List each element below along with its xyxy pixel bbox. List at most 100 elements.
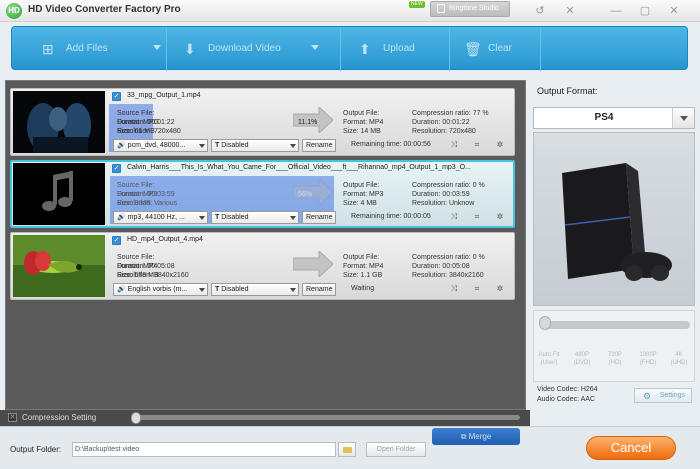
source-duration: Duration: 00:05:08 (117, 263, 175, 270)
file-name: 33_mpg_Output_1.mp4 (127, 92, 201, 99)
quality-sub: (HD) (608, 360, 622, 366)
source-duration: Duration: 00:03:59 (117, 191, 175, 198)
main-toolbar: ⊞ Add Files ⬇ Download Video ⬆ Upload 🗑 … (11, 26, 688, 71)
quality-slider-track[interactable] (542, 321, 690, 329)
tools-icon[interactable]: ✕ (563, 4, 577, 18)
phone-icon (437, 4, 445, 13)
merge-icon: ⧉ (460, 432, 469, 441)
effects-icon[interactable]: ✲ (495, 212, 505, 222)
quality-sub: (UHD) (670, 360, 688, 366)
source-label: Source File: (117, 182, 155, 189)
rename-button[interactable]: Rename (302, 283, 337, 296)
file-name: HD_mp4_Output_4.mp4 (127, 236, 203, 243)
device-preview-image (533, 132, 695, 306)
speaker-icon: 🔊 (117, 142, 128, 149)
shuffle-icon[interactable]: ⤨ (449, 212, 459, 222)
output-format: Format: MP4 (343, 263, 384, 270)
output-format: Format: MP4 (343, 119, 384, 126)
settings-button[interactable]: ⚙ Settings (634, 388, 692, 403)
file-name: Calvin_Harris___This_Is_What_You_Came_Fo… (127, 164, 471, 171)
toolbar-divider (340, 27, 341, 71)
maximize-icon[interactable]: ▢ (638, 4, 652, 18)
status-text: Remaining time: 00:00:56 (351, 141, 431, 148)
shuffle-icon[interactable]: ⤨ (449, 140, 459, 150)
add-files-dropdown-icon[interactable] (153, 45, 161, 50)
rename-label: Rename (306, 142, 333, 149)
compression-slider-track[interactable] (134, 415, 520, 420)
open-folder-button[interactable]: Open Folder (366, 442, 426, 457)
ringtone-studio-button[interactable]: Ringtone Studio (430, 1, 510, 17)
minimize-icon[interactable]: — (609, 4, 623, 18)
download-video-button[interactable]: ⬇ Download Video (184, 27, 324, 71)
quality-name: Auto Fit (538, 352, 560, 358)
browse-folder-button[interactable] (338, 442, 356, 457)
compression-ratio: Compression ratio: 0 % (412, 182, 485, 189)
chevron-down-icon (290, 216, 296, 220)
status-text: Waiting (351, 285, 375, 292)
task-item[interactable]: ✓ HD_mp4_Output_4.mp4 Source File: Forma… (10, 232, 515, 300)
output-label: Output File: (343, 182, 380, 189)
compression-ratio: Compression ratio: 77 % (412, 110, 489, 117)
audio-track-value: mp3, 44100 Hz, ... (127, 214, 185, 221)
rename-button[interactable]: Rename (302, 139, 337, 152)
download-dropdown-icon[interactable] (311, 45, 319, 50)
audio-track-value: pcm_dvd, 48000... (127, 142, 186, 149)
compression-checkbox[interactable]: ✕ (8, 413, 17, 422)
item-checkbox[interactable]: ✓ (112, 92, 121, 101)
video-thumbnail (13, 91, 105, 153)
audio-track-dropdown[interactable]: 🔊 pcm_dvd, 48000... (113, 139, 208, 152)
output-folder-input[interactable]: D:\Backup\test video (72, 442, 336, 457)
subtitle-dropdown[interactable]: T Disabled (211, 139, 299, 152)
chevron-down-icon (290, 288, 296, 292)
audio-thumbnail (13, 163, 105, 225)
rename-label: Rename (306, 286, 333, 293)
chevron-down-icon (290, 144, 296, 148)
quality-option-720p[interactable]: 720P (HD) (600, 351, 630, 367)
quality-name: 480P (574, 352, 589, 358)
effects-icon[interactable]: ✲ (495, 284, 505, 294)
clear-button[interactable]: 🗑 Clear (464, 27, 544, 71)
source-resolution: Resolution: 720x480 (117, 128, 181, 135)
task-item[interactable]: ✓ Calvin_Harris___This_Is_What_You_Came_… (10, 160, 515, 228)
speaker-icon: 🔊 (117, 214, 128, 221)
quality-option-4k[interactable]: 4K (UHD) (664, 351, 694, 367)
format-dropdown-button[interactable] (672, 108, 694, 128)
output-format-select[interactable]: PS4 (533, 107, 695, 129)
status-text: Remaining time: 00:00:05 (351, 213, 431, 220)
toolbar-divider (540, 27, 541, 71)
chevron-down-icon (199, 216, 205, 220)
quality-slider-knob[interactable] (539, 316, 551, 330)
rename-label: Rename (306, 214, 333, 221)
output-label: Output File: (343, 110, 380, 117)
crop-icon[interactable]: ⌗ (472, 284, 482, 294)
gear-icon: ⚙ (643, 391, 652, 401)
quality-option-auto[interactable]: Auto Fit (User) (534, 351, 564, 367)
cancel-button[interactable]: Cancel (586, 436, 676, 460)
compression-slider-knob[interactable] (131, 412, 141, 424)
item-checkbox[interactable]: ✓ (112, 164, 121, 173)
crop-icon[interactable]: ⌗ (472, 212, 482, 222)
quality-option-1080p[interactable]: 1080P (FHD) (633, 351, 663, 367)
output-format: Format: MP3 (343, 191, 384, 198)
speaker-icon: 🔊 (117, 286, 128, 293)
crop-icon[interactable]: ⌗ (472, 140, 482, 150)
subtitle-dropdown[interactable]: T Disabled (211, 211, 299, 224)
output-format-value: PS4 (594, 112, 614, 123)
output-format-panel: Output Format: PS4 Auto Fit (User) 480P (D… (530, 80, 700, 410)
output-label: Output File: (343, 254, 380, 261)
task-item[interactable]: ✓ 33_mpg_Output_1.mp4 Source File: Forma… (10, 88, 515, 156)
item-checkbox[interactable]: ✓ (112, 236, 121, 245)
audio-track-dropdown[interactable]: 🔊 mp3, 44100 Hz, ... (113, 211, 208, 224)
close-icon[interactable]: ✕ (667, 4, 681, 18)
subtitle-dropdown[interactable]: T Disabled (211, 283, 299, 296)
folder-icon (343, 447, 352, 453)
rename-button[interactable]: Rename (302, 211, 337, 224)
upload-button[interactable]: ⬆ Upload (359, 27, 439, 71)
quality-option-480p[interactable]: 480P (DVD) (567, 351, 597, 367)
merge-button[interactable]: ⧉ Merge (432, 428, 520, 445)
title-bar: HD HD Video Converter Factory Pro NEW Ri… (0, 0, 700, 22)
audio-track-dropdown[interactable]: 🔊 English vorbis (m... (113, 283, 208, 296)
shuffle-icon[interactable]: ⤨ (449, 284, 459, 294)
undo-icon[interactable]: ↺ (533, 4, 547, 18)
effects-icon[interactable]: ✲ (495, 140, 505, 150)
